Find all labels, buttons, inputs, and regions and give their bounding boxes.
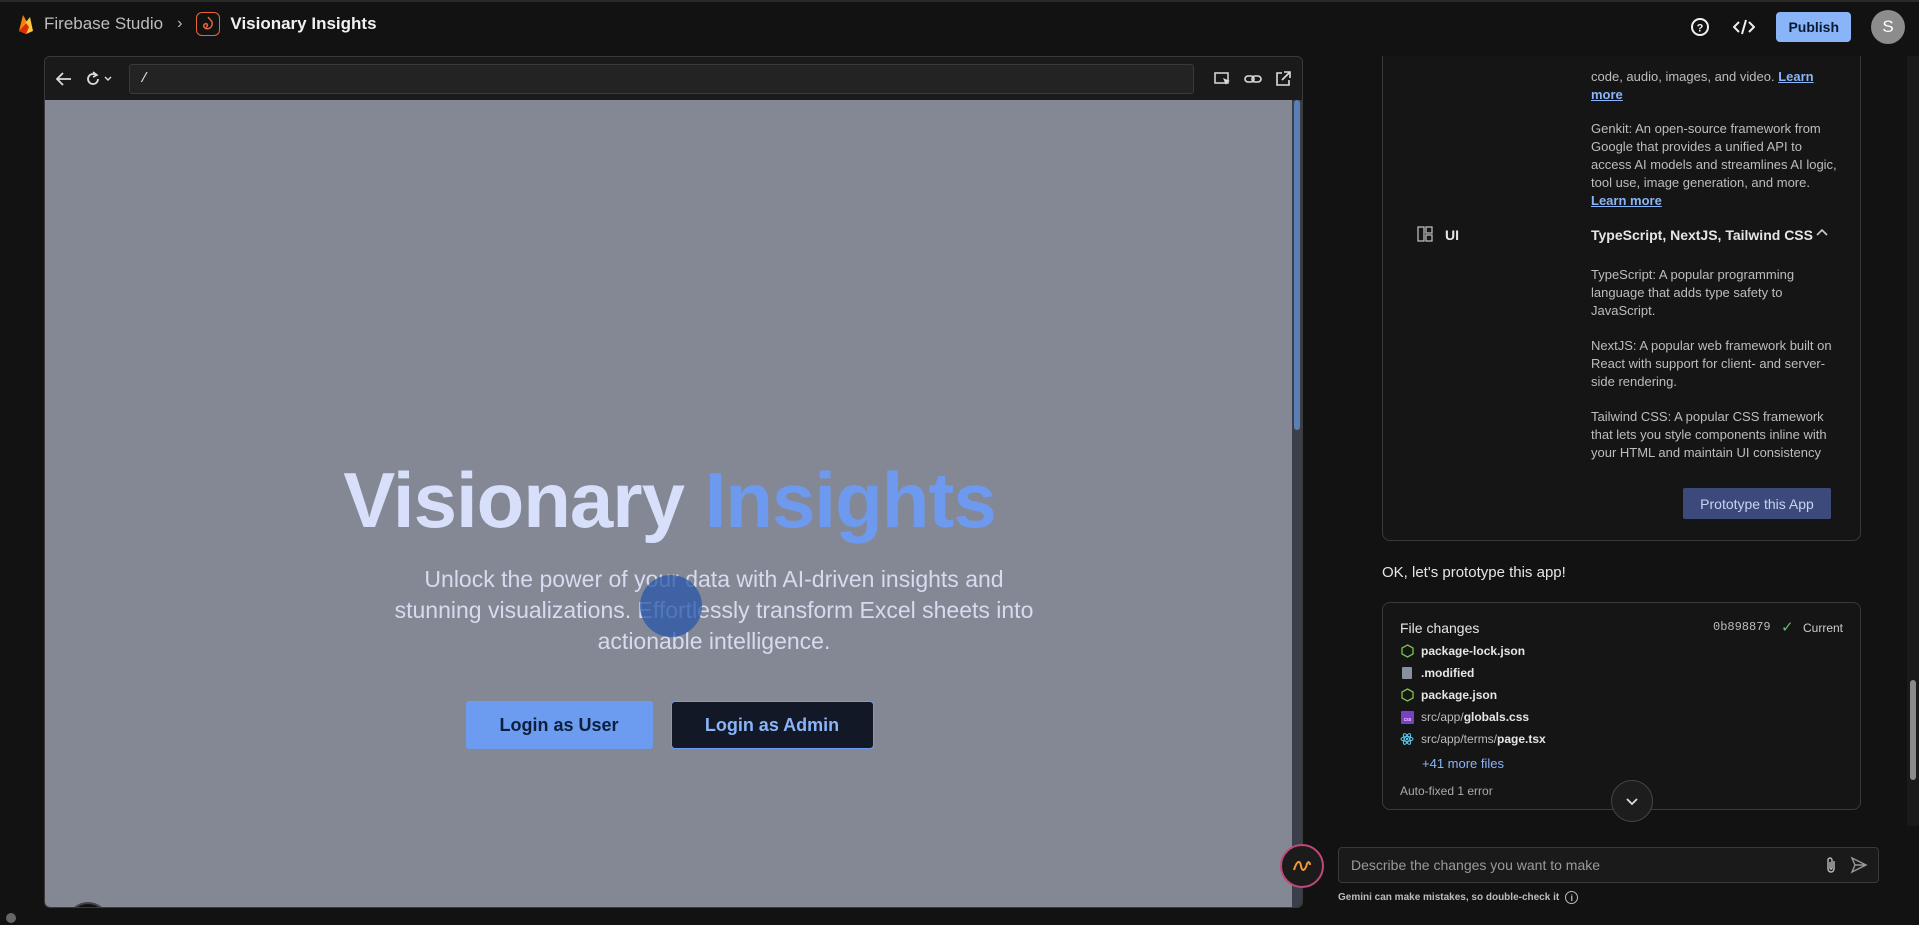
open-external-icon[interactable] xyxy=(1272,68,1294,90)
css-icon: css xyxy=(1400,710,1414,724)
preview-scrollbar[interactable] xyxy=(1292,100,1302,907)
hero-title-part1: Visionary xyxy=(343,456,685,544)
tailwind-description: Tailwind CSS: A popular CSS framework th… xyxy=(1591,409,1827,460)
info-icon[interactable]: i xyxy=(1565,891,1579,904)
firebase-logo-icon xyxy=(19,15,33,34)
status-dot xyxy=(6,913,16,923)
chat-input[interactable]: Describe the changes you want to make xyxy=(1338,847,1879,883)
layout-icon xyxy=(1417,226,1433,242)
scroll-down-button[interactable] xyxy=(1611,780,1653,822)
inspect-select-icon[interactable] xyxy=(1212,68,1234,90)
chat-scrollbar[interactable] xyxy=(1907,56,1919,826)
chat-input-placeholder: Describe the changes you want to make xyxy=(1351,857,1601,873)
preview-url-bar: / xyxy=(45,57,1302,100)
breadcrumb-chevron-icon: › xyxy=(177,15,183,32)
disclaimer: Gemini can make mistakes, so double-chec… xyxy=(1338,891,1579,904)
reload-icon[interactable] xyxy=(83,68,117,90)
ui-stack-label: UI xyxy=(1445,227,1459,243)
help-icon[interactable]: ? xyxy=(1688,15,1712,39)
avatar[interactable]: S xyxy=(1871,10,1905,44)
brand-name: Firebase Studio xyxy=(44,14,164,33)
file-changes-card: File changes 0b898879 ✓ Current package-… xyxy=(1382,602,1861,810)
preview-viewport: Visionary Insights Unlock the power of y… xyxy=(45,100,1294,907)
brand[interactable]: Firebase Studio xyxy=(16,13,163,35)
nextjs-badge[interactable]: N xyxy=(67,902,109,907)
url-input[interactable]: / xyxy=(129,63,1194,94)
file-changes-title: File changes xyxy=(1400,620,1480,636)
typescript-description: TypeScript: A popular programming langua… xyxy=(1591,267,1795,318)
chevron-down-icon xyxy=(1626,798,1638,806)
commit-hash[interactable]: 0b898879 xyxy=(1713,620,1771,634)
ui-stack-value: TypeScript, NextJS, Tailwind CSS xyxy=(1591,227,1813,243)
file-row[interactable]: css src/app/globals.css xyxy=(1400,708,1529,726)
commit-status: Current xyxy=(1803,621,1844,635)
link-icon[interactable] xyxy=(1242,68,1264,90)
chat-scrollbar-thumb[interactable] xyxy=(1910,680,1916,780)
file-row[interactable]: .modified xyxy=(1400,664,1474,682)
genkit-description: Genkit: An open-source framework from Go… xyxy=(1591,121,1837,208)
preview-panel: / Visionary Insights Unlock the power of… xyxy=(44,56,1303,908)
ai-description: code, audio, images, and video. Learn mo… xyxy=(1591,69,1814,102)
hero-title: Visionary Insights xyxy=(45,455,1294,546)
back-arrow-icon[interactable] xyxy=(53,68,75,90)
code-view-icon[interactable] xyxy=(1732,15,1756,39)
project-icon xyxy=(196,12,221,36)
hero-subtitle: Unlock the power of your data with AI-dr… xyxy=(394,566,1034,654)
autofix-note: Auto-fixed 1 error xyxy=(1400,784,1493,798)
nodejs-icon xyxy=(1400,688,1414,702)
ui-stack-row[interactable]: UI TypeScript, NextJS, Tailwind CSS xyxy=(1383,226,1862,246)
learn-more-link[interactable]: Learn more xyxy=(1591,193,1662,208)
gemini-avatar-icon xyxy=(1280,844,1324,888)
react-icon xyxy=(1400,732,1414,746)
svg-text:css: css xyxy=(1403,717,1411,723)
send-icon[interactable] xyxy=(1850,856,1868,874)
publish-button[interactable]: Publish xyxy=(1776,12,1851,42)
svg-text:?: ? xyxy=(1697,23,1704,35)
more-files-link[interactable]: +41 more files xyxy=(1422,756,1504,771)
nodejs-icon xyxy=(1400,644,1414,658)
nextjs-description: NextJS: A popular web framework built on… xyxy=(1591,338,1832,389)
preview-scrollbar-thumb[interactable] xyxy=(1294,100,1300,430)
attach-icon[interactable] xyxy=(1824,856,1838,874)
prototype-app-button[interactable]: Prototype this App xyxy=(1683,488,1831,519)
chevron-up-icon[interactable] xyxy=(1815,226,1829,240)
file-row[interactable]: src/app/terms/page.tsx xyxy=(1400,730,1546,748)
file-row[interactable]: package.json xyxy=(1400,686,1497,704)
file-icon xyxy=(1400,666,1414,680)
assistant-message: OK, let's prototype this app! xyxy=(1382,564,1566,581)
login-user-button[interactable]: Login as User xyxy=(465,701,653,749)
hero-title-part2: Insights xyxy=(704,456,997,544)
check-icon: ✓ xyxy=(1781,619,1794,636)
cursor-click-indicator xyxy=(640,575,702,637)
file-row[interactable]: package-lock.json xyxy=(1400,642,1525,660)
blueprint-card: code, audio, images, and video. Learn mo… xyxy=(1382,56,1861,541)
login-admin-button[interactable]: Login as Admin xyxy=(670,701,874,749)
project-name[interactable]: Visionary Insights xyxy=(230,14,376,34)
top-bar: Firebase Studio › Visionary Insights ? P… xyxy=(0,0,1919,46)
